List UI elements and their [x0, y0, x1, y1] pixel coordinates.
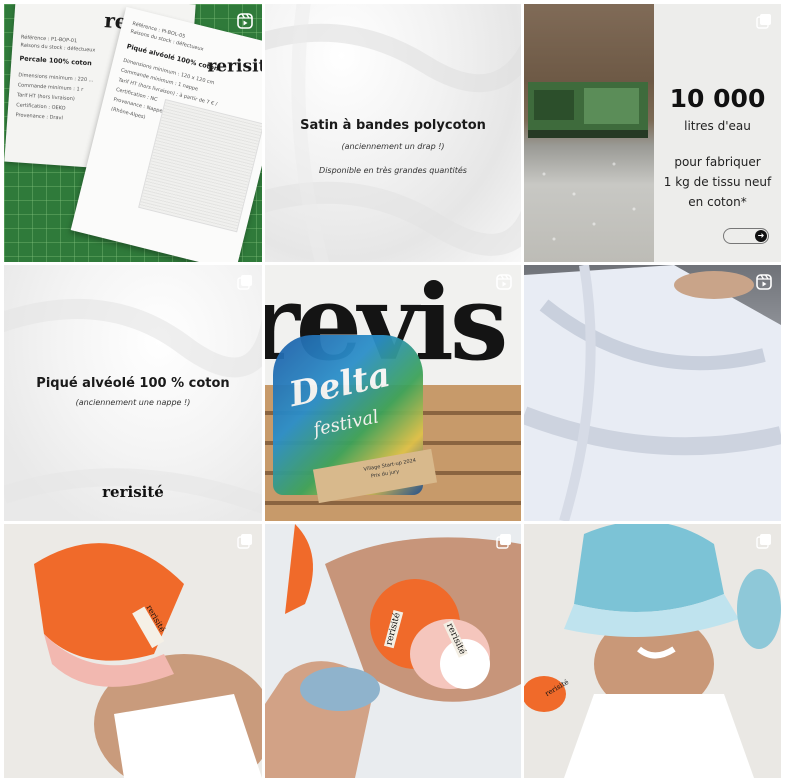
arrow-right-icon: ➜ — [755, 230, 767, 242]
trophy-text: Delta — [285, 354, 394, 416]
scrunchies-photo — [265, 524, 521, 778]
post-tile-trophy[interactable]: revis Delta festival Village Start-up 20… — [265, 265, 521, 521]
hat-photo — [34, 543, 262, 778]
post-tile-pique[interactable]: Piqué alvéolé 100 % coton (anciennement … — [4, 265, 262, 521]
carousel-icon — [237, 534, 252, 549]
post-tile-satin[interactable]: Satin à bandes polycoton (anciennement u… — [265, 4, 521, 262]
next-arrow-button[interactable]: ➜ — [723, 228, 769, 244]
fabric-folds — [265, 4, 521, 262]
post-title: Satin à bandes polycoton — [300, 118, 486, 133]
card-line: Commande minimum : 1 r — [17, 82, 84, 93]
carousel-icon — [756, 14, 771, 29]
carousel-icon — [237, 275, 252, 290]
reel-icon — [237, 13, 253, 29]
white-sheet — [524, 265, 781, 521]
card-heading: Piqué alvéolé 100% coton — [125, 42, 220, 73]
card-heading: Percale 100% coton — [19, 54, 93, 68]
card-logo: rerisité — [207, 56, 262, 77]
reel-icon — [496, 274, 512, 290]
carousel-icon — [756, 534, 771, 549]
post-tile-fabric-cards[interactable]: re Référence : P1-BOP-01 Raisons du stoc… — [4, 4, 262, 262]
fabric-swatch — [138, 98, 262, 233]
stat-line: en coton* — [688, 195, 747, 209]
brand-logo: rerisité — [102, 483, 164, 501]
post-subtitle: (anciennement une nappe !) — [75, 398, 191, 407]
post-subtitle: (anciennement un drap !) — [341, 142, 445, 151]
harvester — [524, 4, 654, 241]
stat-line: litres d'eau — [684, 119, 751, 133]
stat-number: 10 000 — [669, 84, 766, 113]
card-line: Tarif HT (hors livraison) — [16, 92, 75, 103]
post-tile-water-stat[interactable]: 10 000 litres d'eau pour fabriquer 1 kg … — [524, 4, 781, 262]
card-line: Raisons du stock : défectueux — [20, 42, 96, 54]
trophy-text-secondary: festival — [311, 406, 381, 441]
post-title: Piqué alvéolé 100 % coton — [36, 376, 230, 391]
post-tile-scrunchies[interactable]: rerisité rerisité — [265, 524, 521, 778]
card-line: Dimensions minimum : 220 ... — [18, 72, 94, 84]
post-note: Disponible en très grandes quantités — [319, 166, 467, 175]
aerial-field-photo — [524, 4, 654, 262]
post-tile-sheet[interactable] — [524, 265, 781, 521]
hat-photo — [524, 524, 781, 778]
post-tile-blue-hat[interactable]: rerisité — [524, 524, 781, 778]
card-line: Provenance : Dravl — [15, 112, 64, 122]
reel-icon — [756, 274, 772, 290]
stat-line: 1 kg de tissu neuf — [663, 175, 772, 189]
post-grid: re Référence : P1-BOP-01 Raisons du stoc… — [0, 0, 785, 782]
carousel-icon — [496, 534, 511, 549]
card-line: Certification : OEKO — [16, 102, 66, 112]
stat-line: pour fabriquer — [674, 155, 761, 169]
post-tile-orange-hat[interactable]: rerisité — [4, 524, 262, 778]
